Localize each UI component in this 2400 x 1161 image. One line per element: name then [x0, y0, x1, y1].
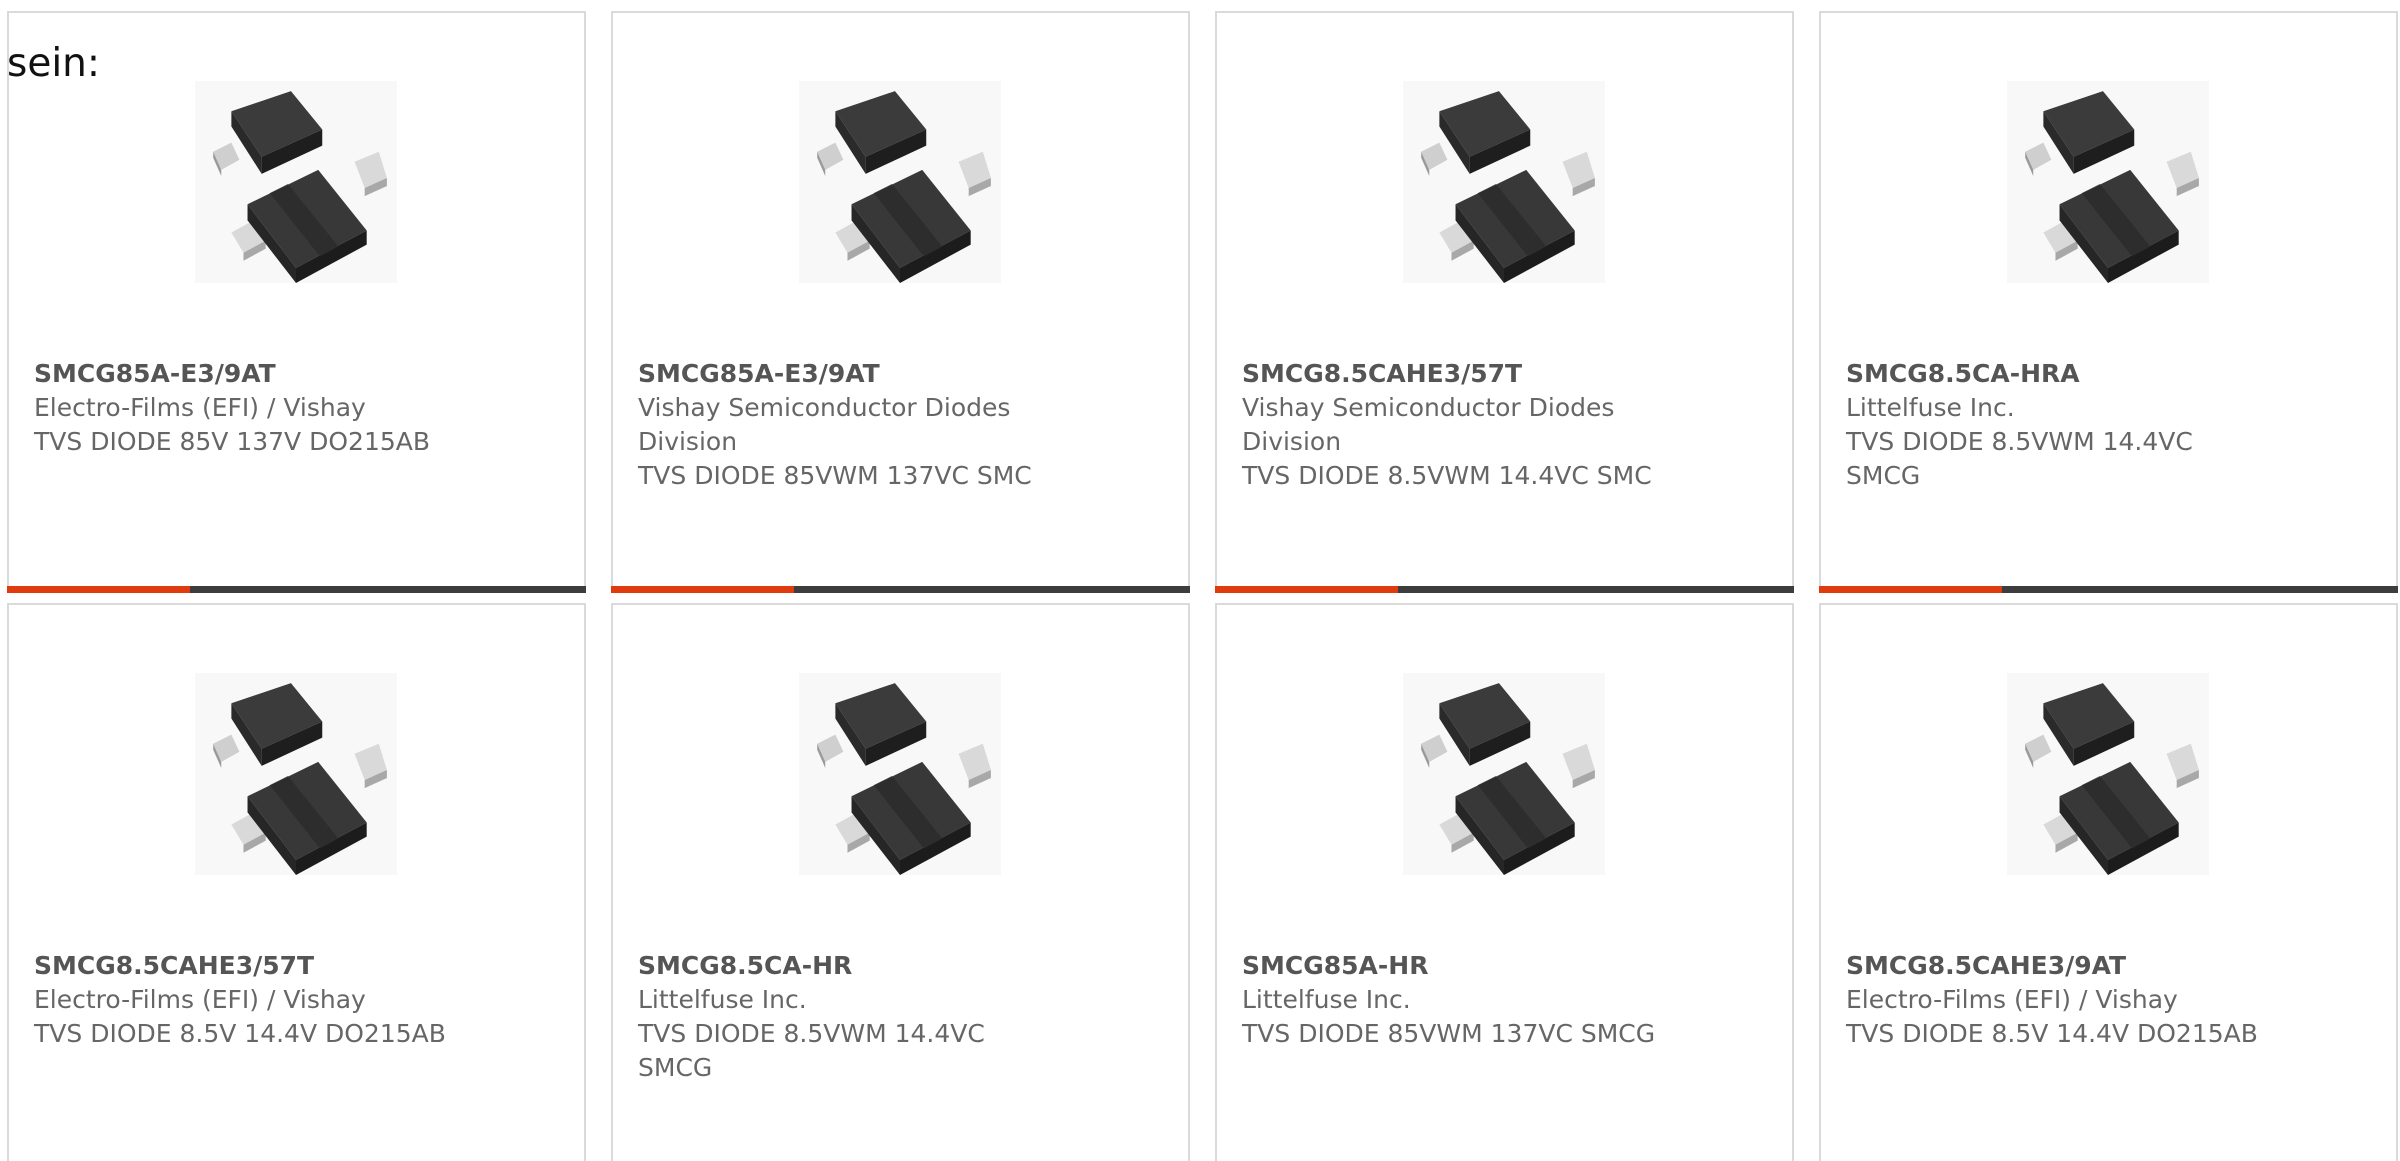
product-info: SMCG8.5CAHE3/9AT Electro-Films (EFI) / V… [1846, 949, 2266, 1051]
product-card[interactable]: SMCG85A-HR Littelfuse Inc. TVS DIODE 85V… [1215, 603, 1794, 1161]
product-description: TVS DIODE 8.5VWM 14.4VC SMCG [1846, 427, 2193, 490]
smc-diode-package-icon [195, 81, 397, 283]
card-bottom-bar [1215, 586, 1794, 593]
manufacturer: Electro-Films (EFI) / Vishay [34, 985, 366, 1014]
intro-text: sein: [7, 41, 101, 86]
product-description: TVS DIODE 8.5VWM 14.4VC SMCG [638, 1019, 985, 1082]
product-card[interactable]: SMCG8.5CAHE3/57T Vishay Semiconductor Di… [1215, 11, 1794, 593]
smc-diode-package-icon [2007, 81, 2209, 283]
product-info: SMCG8.5CA-HR Littelfuse Inc. TVS DIODE 8… [638, 949, 1058, 1085]
part-number[interactable]: SMCG8.5CAHE3/57T [34, 949, 454, 983]
card-accent-bar [7, 586, 190, 593]
product-card[interactable]: SMCG8.5CA-HRA Littelfuse Inc. TVS DIODE … [1819, 11, 2398, 593]
part-number[interactable]: SMCG8.5CAHE3/9AT [1846, 949, 2266, 983]
product-card[interactable]: SMCG8.5CAHE3/9AT Electro-Films (EFI) / V… [1819, 603, 2398, 1161]
part-number[interactable]: SMCG85A-E3/9AT [34, 357, 454, 391]
part-number[interactable]: SMCG85A-E3/9AT [638, 357, 1058, 391]
product-description: TVS DIODE 85VWM 137VC SMCG [1242, 1019, 1656, 1048]
manufacturer: Vishay Semiconductor Diodes Division [638, 393, 1011, 456]
manufacturer: Littelfuse Inc. [1846, 393, 2015, 422]
part-number[interactable]: SMCG8.5CA-HR [638, 949, 1058, 983]
product-card[interactable]: SMCG8.5CAHE3/57T Electro-Films (EFI) / V… [7, 603, 586, 1161]
part-number[interactable]: SMCG8.5CAHE3/57T [1242, 357, 1662, 391]
card-bottom-bar [7, 586, 586, 593]
product-card[interactable]: SMCG85A-E3/9AT Electro-Films (EFI) / Vis… [7, 11, 586, 593]
product-info: SMCG85A-HR Littelfuse Inc. TVS DIODE 85V… [1242, 949, 1662, 1051]
card-accent-bar [1215, 586, 1398, 593]
smc-diode-package-icon [1403, 673, 1605, 875]
product-listing-page: sein: SMCG85A-E3/9AT Electro-Films (EFI)… [0, 0, 2400, 1161]
manufacturer: Littelfuse Inc. [1242, 985, 1411, 1014]
manufacturer: Electro-Films (EFI) / Vishay [1846, 985, 2178, 1014]
smc-diode-package-icon [799, 81, 1001, 283]
card-accent-bar [1819, 586, 2002, 593]
part-number[interactable]: SMCG8.5CA-HRA [1846, 357, 2266, 391]
smc-diode-package-icon [799, 673, 1001, 875]
part-number[interactable]: SMCG85A-HR [1242, 949, 1662, 983]
manufacturer: Littelfuse Inc. [638, 985, 807, 1014]
smc-diode-package-icon [2007, 673, 2209, 875]
card-bottom-bar [611, 586, 1190, 593]
product-grid: SMCG85A-E3/9AT Electro-Films (EFI) / Vis… [7, 11, 2398, 1161]
product-info: SMCG85A-E3/9AT Vishay Semiconductor Diod… [638, 357, 1058, 493]
product-info: SMCG85A-E3/9AT Electro-Films (EFI) / Vis… [34, 357, 454, 459]
manufacturer: Vishay Semiconductor Diodes Division [1242, 393, 1615, 456]
card-accent-bar [611, 586, 794, 593]
product-card[interactable]: SMCG85A-E3/9AT Vishay Semiconductor Diod… [611, 11, 1190, 593]
product-description: TVS DIODE 8.5V 14.4V DO215AB [34, 1019, 446, 1048]
product-info: SMCG8.5CAHE3/57T Electro-Films (EFI) / V… [34, 949, 454, 1051]
smc-diode-package-icon [1403, 81, 1605, 283]
product-description: TVS DIODE 85V 137V DO215AB [34, 427, 431, 456]
product-card[interactable]: SMCG8.5CA-HR Littelfuse Inc. TVS DIODE 8… [611, 603, 1190, 1161]
smc-diode-package-icon [195, 673, 397, 875]
product-description: TVS DIODE 85VWM 137VC SMC [638, 461, 1032, 490]
product-info: SMCG8.5CAHE3/57T Vishay Semiconductor Di… [1242, 357, 1662, 493]
manufacturer: Electro-Films (EFI) / Vishay [34, 393, 366, 422]
product-description: TVS DIODE 8.5VWM 14.4VC SMC [1242, 461, 1652, 490]
product-description: TVS DIODE 8.5V 14.4V DO215AB [1846, 1019, 2258, 1048]
product-info: SMCG8.5CA-HRA Littelfuse Inc. TVS DIODE … [1846, 357, 2266, 493]
card-bottom-bar [1819, 586, 2398, 593]
